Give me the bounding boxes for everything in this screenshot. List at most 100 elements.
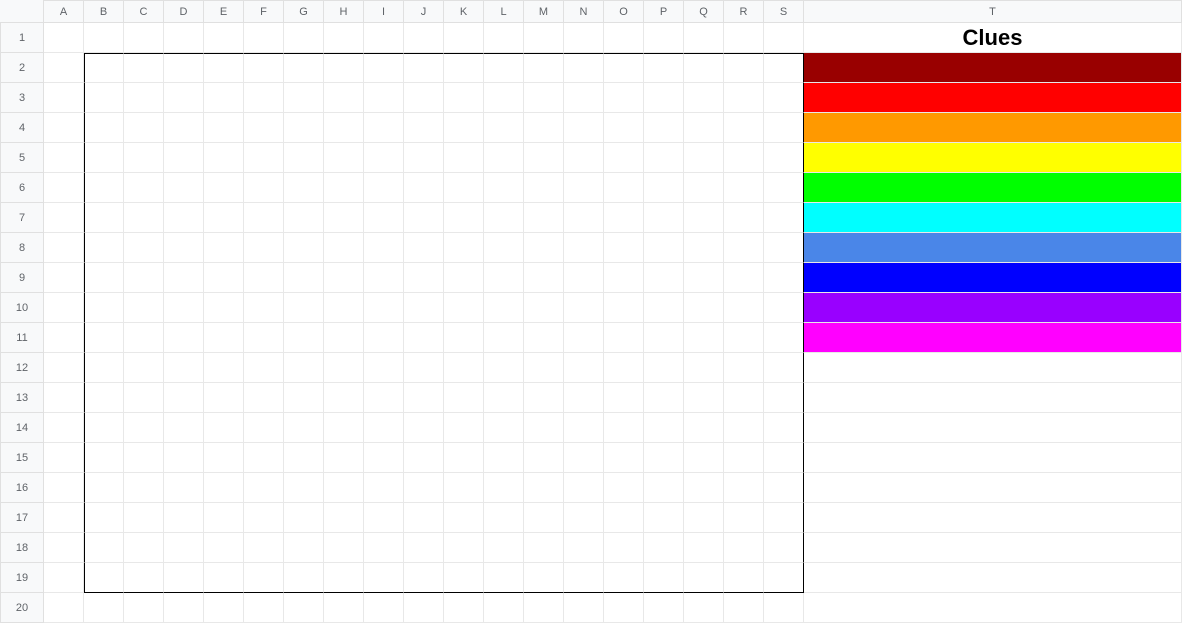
- clue-color-cell[interactable]: [804, 263, 1182, 293]
- cell[interactable]: [724, 503, 764, 533]
- cell[interactable]: [124, 383, 164, 413]
- column-header[interactable]: C: [124, 0, 164, 23]
- cell[interactable]: [84, 53, 124, 83]
- cell[interactable]: [564, 533, 604, 563]
- cell[interactable]: [764, 473, 804, 503]
- cell[interactable]: [764, 563, 804, 593]
- cell[interactable]: [404, 503, 444, 533]
- cell[interactable]: [684, 173, 724, 203]
- row-header[interactable]: 18: [0, 533, 44, 563]
- cell[interactable]: [404, 23, 444, 53]
- cell[interactable]: [644, 233, 684, 263]
- cell[interactable]: [204, 53, 244, 83]
- cell[interactable]: [604, 383, 644, 413]
- cell[interactable]: [44, 233, 84, 263]
- cell[interactable]: [84, 113, 124, 143]
- cell[interactable]: [404, 413, 444, 443]
- cell[interactable]: [644, 83, 684, 113]
- clue-color-cell[interactable]: [804, 173, 1182, 203]
- cell[interactable]: [724, 113, 764, 143]
- clue-color-cell[interactable]: [804, 83, 1182, 113]
- cell[interactable]: [364, 293, 404, 323]
- cell[interactable]: [484, 503, 524, 533]
- cell[interactable]: [324, 23, 364, 53]
- cell[interactable]: [44, 533, 84, 563]
- row-header[interactable]: 7: [0, 203, 44, 233]
- cell[interactable]: [484, 233, 524, 263]
- cell[interactable]: [724, 173, 764, 203]
- cell[interactable]: [164, 443, 204, 473]
- cell[interactable]: [84, 23, 124, 53]
- cell[interactable]: [84, 503, 124, 533]
- cell[interactable]: [44, 203, 84, 233]
- cell[interactable]: [284, 473, 324, 503]
- cell[interactable]: [324, 383, 364, 413]
- cell[interactable]: [484, 23, 524, 53]
- cell[interactable]: [324, 563, 364, 593]
- cell[interactable]: [124, 323, 164, 353]
- select-all-corner[interactable]: [0, 0, 44, 23]
- cell[interactable]: [524, 293, 564, 323]
- cell[interactable]: [244, 83, 284, 113]
- cell[interactable]: [724, 323, 764, 353]
- cell[interactable]: [484, 173, 524, 203]
- cell[interactable]: [364, 323, 404, 353]
- cell[interactable]: [324, 473, 364, 503]
- cell[interactable]: [444, 323, 484, 353]
- cell[interactable]: [564, 233, 604, 263]
- cell[interactable]: [364, 593, 404, 623]
- cell[interactable]: [764, 593, 804, 623]
- cell[interactable]: [324, 83, 364, 113]
- cell[interactable]: [484, 53, 524, 83]
- cell[interactable]: [284, 533, 324, 563]
- cell[interactable]: [404, 53, 444, 83]
- cell[interactable]: [724, 443, 764, 473]
- column-header[interactable]: T: [804, 0, 1182, 23]
- column-header[interactable]: S: [764, 0, 804, 23]
- cell[interactable]: [404, 563, 444, 593]
- cell[interactable]: [364, 413, 404, 443]
- cell[interactable]: [84, 353, 124, 383]
- cell[interactable]: [84, 533, 124, 563]
- cell[interactable]: [484, 353, 524, 383]
- column-header[interactable]: D: [164, 0, 204, 23]
- cell[interactable]: [324, 443, 364, 473]
- cell[interactable]: [164, 563, 204, 593]
- cell[interactable]: [644, 113, 684, 143]
- cell[interactable]: [724, 23, 764, 53]
- cell[interactable]: [444, 83, 484, 113]
- cell[interactable]: [404, 323, 444, 353]
- cell[interactable]: [604, 533, 644, 563]
- cell[interactable]: [44, 323, 84, 353]
- cell[interactable]: [284, 293, 324, 323]
- cell[interactable]: [444, 533, 484, 563]
- cell[interactable]: [804, 473, 1182, 503]
- cell[interactable]: [764, 173, 804, 203]
- column-header[interactable]: H: [324, 0, 364, 23]
- cell[interactable]: [524, 143, 564, 173]
- cell[interactable]: [124, 83, 164, 113]
- row-header[interactable]: 14: [0, 413, 44, 443]
- cell[interactable]: [484, 293, 524, 323]
- cell[interactable]: [84, 173, 124, 203]
- cell[interactable]: [244, 593, 284, 623]
- cell[interactable]: [244, 533, 284, 563]
- cell[interactable]: [164, 23, 204, 53]
- cell[interactable]: [684, 383, 724, 413]
- cell[interactable]: [124, 293, 164, 323]
- row-header[interactable]: 8: [0, 233, 44, 263]
- cell[interactable]: [324, 413, 364, 443]
- cell[interactable]: [164, 53, 204, 83]
- cell[interactable]: [484, 413, 524, 443]
- cell[interactable]: [44, 293, 84, 323]
- cell[interactable]: [324, 293, 364, 323]
- cell[interactable]: [404, 113, 444, 143]
- row-header[interactable]: 16: [0, 473, 44, 503]
- cell[interactable]: [804, 383, 1182, 413]
- cell[interactable]: [404, 173, 444, 203]
- cell[interactable]: [204, 473, 244, 503]
- row-header[interactable]: 15: [0, 443, 44, 473]
- cell[interactable]: [684, 353, 724, 383]
- cell[interactable]: [244, 143, 284, 173]
- cell[interactable]: [124, 113, 164, 143]
